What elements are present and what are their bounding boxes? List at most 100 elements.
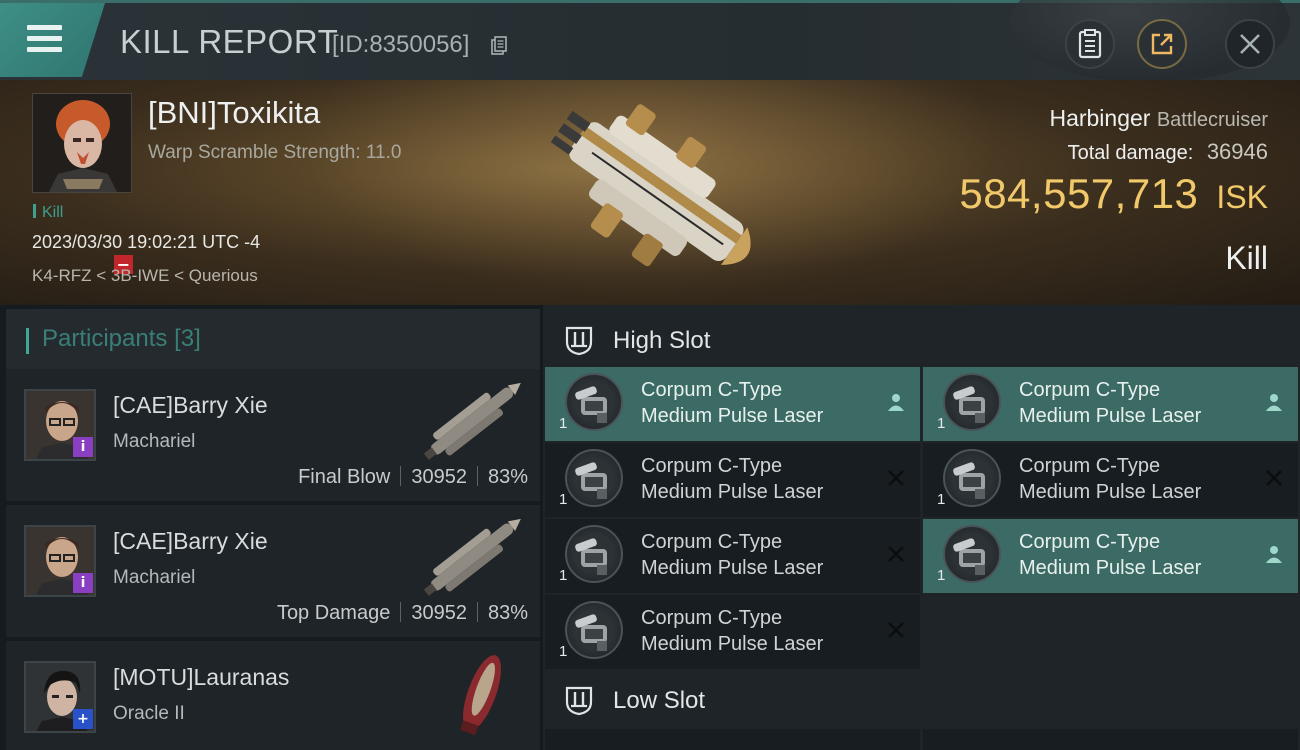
close-icon <box>1240 34 1260 54</box>
pulse-laser-icon <box>943 373 1001 431</box>
destroyed-x-icon <box>888 622 904 638</box>
victim-portrait[interactable] <box>32 93 132 193</box>
person-icon <box>888 394 904 411</box>
module-name-line2: Medium Pulse Laser <box>641 481 824 503</box>
page-title: KILL REPORT <box>120 23 339 60</box>
info-badge: i <box>73 437 93 457</box>
info-badge: i <box>73 573 93 593</box>
participant-row[interactable]: + [MOTU]Lauranas Oracle II <box>6 641 540 750</box>
report-id: [ID:8350056] <box>332 31 470 58</box>
participant-role: Final Blow <box>298 466 391 488</box>
plus-badge: + <box>73 709 93 729</box>
destroyed-x-icon <box>888 546 904 562</box>
kill-date: 2023/03/30 19:02:21 UTC -4 <box>32 232 261 252</box>
ship-name: Harbinger <box>1049 105 1151 131</box>
participant-name: [MOTU]Lauranas <box>113 664 290 690</box>
high-slot-icon <box>565 326 593 356</box>
ship-class: Battlecruiser <box>1156 109 1268 131</box>
kill-tag: Kill <box>33 204 63 222</box>
participant-ship: Machariel <box>113 431 196 452</box>
machariel-ship-icon <box>423 382 521 460</box>
menu-button[interactable] <box>0 3 105 77</box>
fitting-panel: High Slot 1 Corpum C-Type Medium Pulse L… <box>543 305 1300 750</box>
participant-stats: Top Damage 30952 83% <box>277 602 528 625</box>
isk-amount: 584,557,713 <box>959 170 1199 217</box>
participant-row[interactable]: i [CAE]Barry Xie Machariel Top Damage 309… <box>6 505 540 639</box>
result-label: Kill <box>1225 240 1268 276</box>
victim-detail: Warp Scramble Strength: 11.0 <box>148 142 402 163</box>
person-icon <box>1266 394 1282 411</box>
person-icon <box>1266 546 1282 563</box>
module-name-line2: Medium Pulse Laser <box>1019 405 1202 427</box>
participant-name: [CAE]Barry Xie <box>113 392 268 418</box>
module-quantity: 1 <box>937 491 946 508</box>
machariel-ship-icon <box>423 518 521 596</box>
high-slot-header: High Slot <box>543 309 1300 371</box>
victim-ship-type[interactable]: Harbinger Battlecruiser <box>1049 105 1268 132</box>
isk-unit: ISK <box>1216 179 1268 215</box>
module-quantity: 1 <box>559 643 568 660</box>
module-name-line1: Corpum C-Type <box>641 379 783 401</box>
participants-panel: Participants [3] i [CAE]Barry Xie Machar… <box>0 305 540 750</box>
module-name-line2: Medium Pulse Laser <box>641 405 824 427</box>
participant-percent: 83% <box>487 466 528 488</box>
participants-title: Participants <box>42 325 168 352</box>
module-item[interactable]: 1 Corpum C-Type Medium Pulse Laser <box>545 443 920 517</box>
kill-location[interactable]: K4-RFZ < 3B-IWE < Querious <box>32 266 258 286</box>
participant-percent: 83% <box>487 602 528 624</box>
close-button[interactable] <box>1225 19 1275 69</box>
participant-name: [CAE]Barry Xie <box>113 528 268 554</box>
share-button[interactable] <box>1137 19 1187 69</box>
low-slot-icon <box>565 686 593 716</box>
share-export-icon <box>1151 33 1173 55</box>
module-item-partial[interactable] <box>545 729 920 750</box>
destroyed-x-icon <box>888 470 904 486</box>
total-damage-value: 36946 <box>1206 139 1268 164</box>
module-item[interactable]: 1 Corpum C-Type Medium Pulse Laser <box>923 519 1298 593</box>
copy-icon[interactable] <box>491 36 507 56</box>
total-damage: Total damage: 36946 <box>1068 139 1268 165</box>
victim-name[interactable]: [BNI]Toxikita <box>148 95 320 131</box>
module-quantity: 1 <box>937 567 946 584</box>
victim-avatar <box>33 94 131 192</box>
module-name-line2: Medium Pulse Laser <box>1019 481 1202 503</box>
oracle-ship-icon <box>460 655 501 736</box>
kill-summary-banner: − [BNI]Toxikita Warp Scramble Strength: … <box>0 80 1300 305</box>
pulse-laser-icon <box>565 373 623 431</box>
module-name-line1: Corpum C-Type <box>1019 531 1161 553</box>
module-item[interactable]: 1 Corpum C-Type Medium Pulse Laser <box>545 367 920 441</box>
module-quantity: 1 <box>559 491 568 508</box>
pulse-laser-icon <box>943 525 1001 583</box>
module-name-line1: Corpum C-Type <box>641 455 783 477</box>
pulse-laser-icon <box>565 601 623 659</box>
low-slot-header: Low Slot <box>543 669 1300 731</box>
module-name-line1: Corpum C-Type <box>1019 455 1161 477</box>
module-item[interactable]: 1 Corpum C-Type Medium Pulse Laser <box>545 519 920 593</box>
module-quantity: 1 <box>559 415 568 432</box>
module-name-line1: Corpum C-Type <box>641 607 783 629</box>
module-item[interactable]: 1 Corpum C-Type Medium Pulse Laser <box>923 443 1298 517</box>
participants-header: Participants [3] <box>6 309 540 369</box>
low-slot-label: Low Slot <box>613 687 706 714</box>
total-damage-label: Total damage: <box>1067 142 1194 164</box>
participant-ship: Machariel <box>113 567 196 588</box>
pulse-laser-icon <box>943 449 1001 507</box>
pulse-laser-icon <box>565 525 623 583</box>
module-item[interactable]: 1 Corpum C-Type Medium Pulse Laser <box>923 367 1298 441</box>
participant-damage: 30952 <box>411 602 467 624</box>
module-name-line2: Medium Pulse Laser <box>641 633 824 655</box>
victim-ship-image[interactable] <box>520 85 780 300</box>
high-slot-label: High Slot <box>613 327 711 354</box>
participant-ship: Oracle II <box>113 703 185 724</box>
clipboard-button[interactable] <box>1065 19 1115 69</box>
destroyed-x-icon <box>1266 470 1282 486</box>
module-name-line2: Medium Pulse Laser <box>1019 557 1202 579</box>
module-item-partial[interactable] <box>923 729 1298 750</box>
participants-count: [3] <box>174 325 201 352</box>
module-quantity: 1 <box>559 567 568 584</box>
participant-damage: 30952 <box>411 466 467 488</box>
module-item[interactable]: 1 Corpum C-Type Medium Pulse Laser <box>545 595 920 669</box>
clipboard-icon <box>1078 29 1102 59</box>
participant-role: Top Damage <box>276 602 391 624</box>
participant-row[interactable]: i [CAE]Barry Xie Machariel Final Blow 309… <box>6 369 540 503</box>
